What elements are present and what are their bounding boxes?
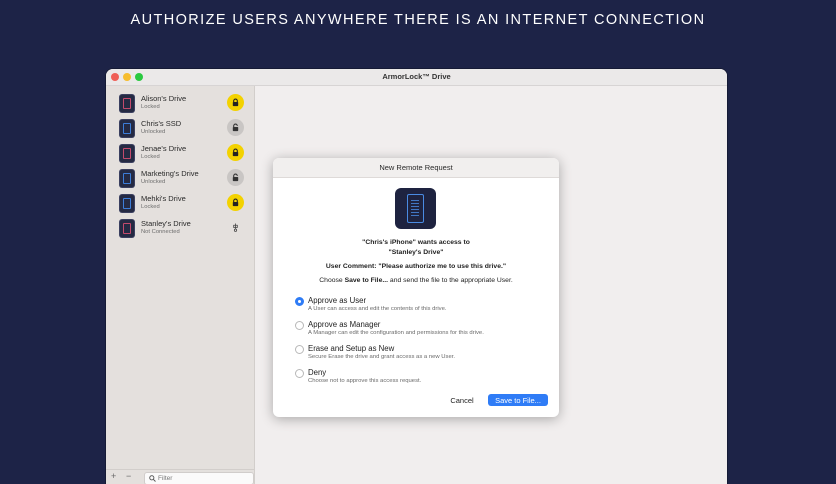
unlock-icon[interactable] <box>227 169 244 186</box>
option-approve-manager[interactable]: Approve as Manager A Manager can edit th… <box>295 320 545 342</box>
cancel-button[interactable]: Cancel <box>443 394 481 406</box>
lock-icon[interactable] <box>227 94 244 111</box>
dialog-title: New Remote Request <box>379 163 453 172</box>
drive-icon <box>120 120 134 137</box>
user-comment: User Comment: "Please authorize me to us… <box>273 263 559 270</box>
save-to-file-button[interactable]: Save to File... <box>488 394 548 406</box>
drive-status: Locked <box>141 104 160 110</box>
option-deny[interactable]: Deny Choose not to approve this access r… <box>295 368 545 390</box>
drive-name: Jenae's Drive <box>141 144 187 153</box>
drive-name: Stanley's Drive <box>141 219 191 228</box>
drive-name: Chris's SSD <box>141 119 182 128</box>
comment-label: User Comment: <box>325 263 377 270</box>
drive-icon <box>120 95 134 112</box>
headline: AUTHORIZE USERS ANYWHERE THERE IS AN INT… <box>130 12 706 28</box>
drive-status: Locked <box>141 154 160 160</box>
armorlock-app-icon <box>395 188 436 229</box>
radio-erase-setup[interactable] <box>295 345 304 354</box>
radio-approve-user[interactable] <box>295 297 304 306</box>
window-title: ArmorLock™ Drive <box>382 72 451 81</box>
title-bar: ArmorLock™ Drive <box>106 69 727 86</box>
usb-icon <box>227 219 244 236</box>
radio-approve-manager[interactable] <box>295 321 304 330</box>
unlock-icon[interactable] <box>227 119 244 136</box>
drive-icon <box>120 170 134 187</box>
filter-input[interactable] <box>158 473 248 484</box>
option-erase-setup[interactable]: Erase and Setup as New Secure Erase the … <box>295 344 545 366</box>
drive-status: Locked <box>141 204 160 210</box>
option-label: Approve as User <box>308 296 367 305</box>
option-description: A Manager can edit the configuration and… <box>308 330 484 336</box>
option-label: Deny <box>308 368 327 377</box>
sidebar-drive-mehki[interactable]: Mehki's Drive Locked <box>106 193 254 217</box>
comment-text: "Please authorize me to use this drive." <box>378 263 507 270</box>
request-line-1: "Chris's iPhone" wants access to <box>362 239 470 246</box>
add-drive-button[interactable]: + <box>111 471 116 481</box>
dialog-header: New Remote Request <box>273 158 559 178</box>
drive-icon <box>120 220 134 237</box>
drive-name: Alison's Drive <box>141 94 187 103</box>
drive-status: Not Connected <box>141 229 180 235</box>
sidebar-drive-chris[interactable]: Chris's SSD Unlocked <box>106 118 254 142</box>
drive-name: Marketing's Drive <box>141 169 199 178</box>
instruction-bold: Save to File... <box>344 277 389 284</box>
remote-request-dialog: New Remote Request "Chris's iPhone" want… <box>273 158 559 417</box>
instruction-prefix: Choose <box>319 277 343 284</box>
drive-icon <box>120 145 134 162</box>
sidebar-drive-alison[interactable]: Alison's Drive Locked <box>106 93 254 117</box>
request-line-2: "Stanley's Drive" <box>388 249 444 256</box>
sidebar-drive-marketing[interactable]: Marketing's Drive Unlocked <box>106 168 254 192</box>
sidebar-drive-stanley[interactable]: Stanley's Drive Not Connected <box>106 218 254 242</box>
instruction-suffix: and send the file to the appropriate Use… <box>389 277 513 284</box>
radio-deny[interactable] <box>295 369 304 378</box>
filter-box <box>144 472 254 484</box>
drive-status: Unlocked <box>141 179 166 185</box>
search-icon <box>149 475 156 482</box>
drive-name: Mehki's Drive <box>141 194 186 203</box>
option-label: Erase and Setup as New <box>308 344 395 353</box>
remove-drive-button[interactable]: − <box>126 471 131 481</box>
lock-icon[interactable] <box>227 194 244 211</box>
sidebar-footer: + − <box>106 469 254 484</box>
option-description: A User can access and edit the contents … <box>308 306 447 312</box>
option-label: Approve as Manager <box>308 320 381 329</box>
option-approve-user[interactable]: Approve as User A User can access and ed… <box>295 296 545 318</box>
sidebar-drive-jenae[interactable]: Jenae's Drive Locked <box>106 143 254 167</box>
instruction-text: Choose Save to File... and send the file… <box>273 277 559 284</box>
sidebar: Alison's Drive Locked Chris's SSD Unlock… <box>106 86 255 484</box>
option-description: Secure Erase the drive and grant access … <box>308 354 456 360</box>
option-description: Choose not to approve this access reques… <box>308 378 422 384</box>
lock-icon[interactable] <box>227 144 244 161</box>
drive-icon <box>120 195 134 212</box>
drive-status: Unlocked <box>141 129 166 135</box>
